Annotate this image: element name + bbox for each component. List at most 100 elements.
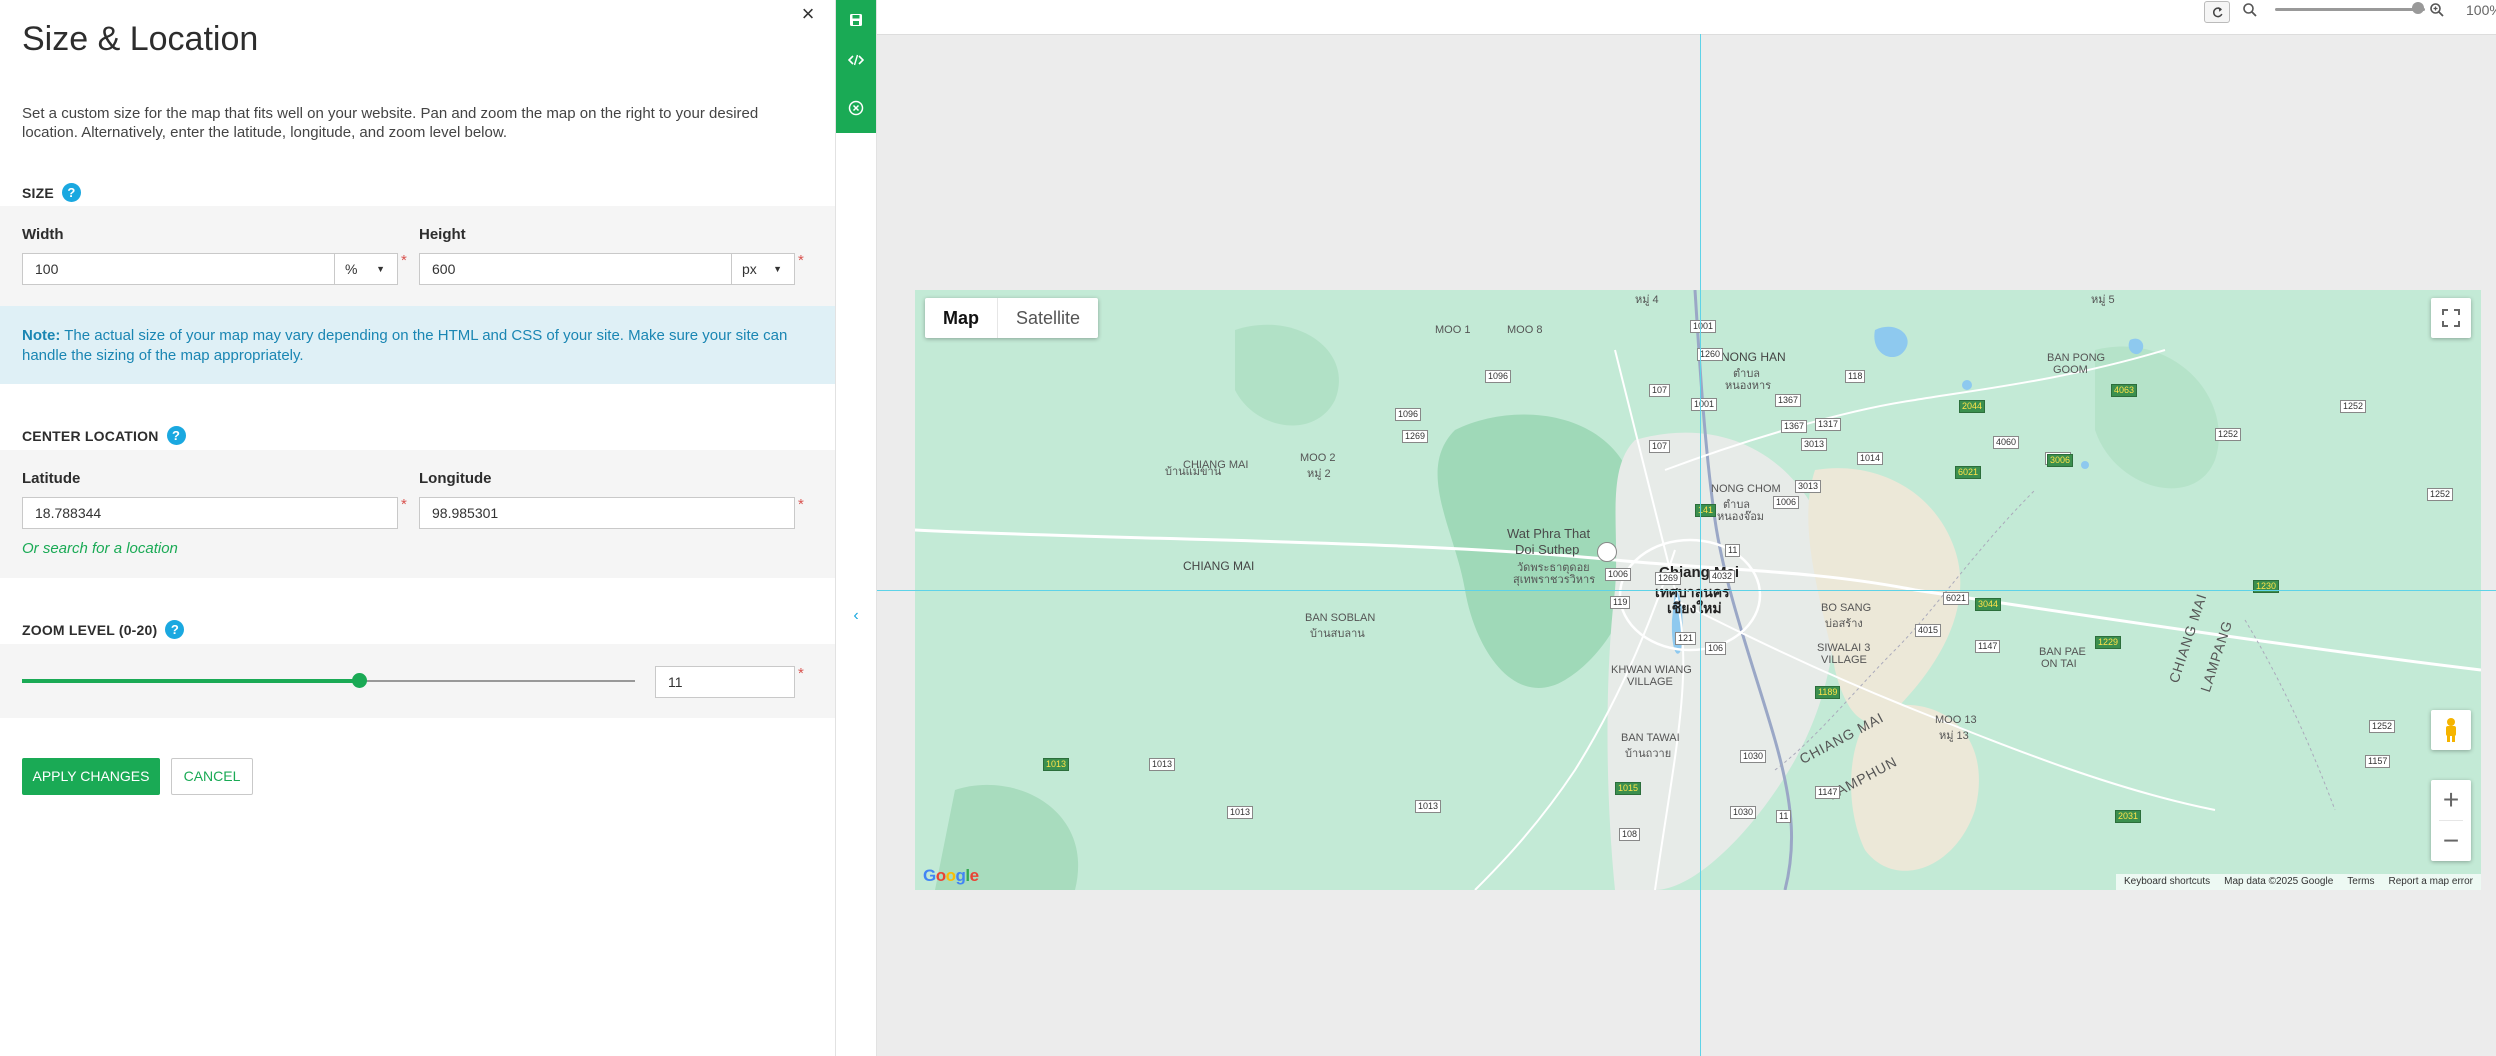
- map-zoom-in-button[interactable]: +: [2431, 780, 2471, 820]
- road-sign: 1367: [1781, 420, 1808, 433]
- road-sign: 1229: [2095, 636, 2122, 649]
- preview-toolbar: 100%: [877, 0, 2496, 35]
- sizing-note: Note: The actual size of your map may va…: [0, 306, 835, 384]
- zoom-help-icon[interactable]: ?: [165, 620, 185, 639]
- center-band: Latitude 18.788344 * Longitude 98.985301…: [0, 450, 835, 578]
- logo-letter: e: [969, 866, 979, 885]
- map-zoom-control: + −: [2431, 780, 2471, 861]
- place-label: SIWALAI 3: [1817, 642, 1871, 654]
- place-label: BAN SOBLAN: [1305, 612, 1376, 624]
- place-label: MOO 13: [1935, 714, 1977, 726]
- latitude-label: Latitude: [22, 470, 81, 487]
- width-input[interactable]: 100: [22, 253, 335, 285]
- road-sign: 118: [1845, 370, 1866, 383]
- search-location-link[interactable]: Or search for a location: [22, 540, 178, 557]
- place-label: CHIANG MAI: [1183, 559, 1255, 573]
- longitude-label: Longitude: [419, 470, 492, 487]
- street-view-button[interactable]: [2431, 710, 2471, 750]
- longitude-required-mark: *: [798, 496, 804, 513]
- code-icon[interactable]: [836, 40, 876, 80]
- fullscreen-icon: [2442, 309, 2460, 327]
- place-label: หมู่ 2: [1307, 468, 1331, 480]
- road-sign: 1252: [2340, 400, 2367, 413]
- collapse-panel-icon[interactable]: ‹: [836, 607, 876, 625]
- map-type-control: Map Satellite: [925, 298, 1099, 338]
- map-zoom-out-button[interactable]: −: [2431, 821, 2471, 861]
- road-sign: 1269: [1655, 572, 1682, 585]
- report-error-link[interactable]: Report a map error: [2389, 874, 2473, 890]
- longitude-input[interactable]: 98.985301: [419, 497, 795, 529]
- cancel-button[interactable]: CANCEL: [171, 758, 253, 795]
- save-icon[interactable]: [836, 0, 876, 40]
- tool-strip: ‹: [836, 0, 877, 1056]
- close-panel-icon[interactable]: ×: [796, 2, 820, 26]
- terms-link[interactable]: Terms: [2347, 874, 2374, 890]
- place-label: KHWAN WIANG: [1611, 664, 1692, 676]
- preview-zoom-handle[interactable]: [2412, 2, 2424, 14]
- size-location-panel: × Size & Location Set a custom size for …: [0, 0, 836, 1056]
- road-sign: 1013: [1149, 758, 1176, 771]
- road-sign: 1013: [1227, 806, 1254, 819]
- close-circle-icon[interactable]: [836, 88, 876, 128]
- height-input[interactable]: 600: [419, 253, 732, 285]
- map-type-map-button[interactable]: Map: [925, 298, 997, 338]
- latitude-input[interactable]: 18.788344: [22, 497, 398, 529]
- place-label: VILLAGE: [1627, 676, 1673, 688]
- place-label: บ้านแม่ขาน: [1165, 466, 1222, 478]
- size-section-label: SIZE ?: [22, 183, 81, 202]
- road-sign: 1096: [1395, 408, 1422, 421]
- zoom-required-mark: *: [798, 665, 804, 682]
- note-text: Note: The actual size of your map may va…: [22, 326, 792, 366]
- map-data-attribution: Map data ©2025 Google: [2224, 876, 2334, 887]
- place-label: MOO 2: [1300, 452, 1336, 464]
- road-sign: 1230: [2253, 580, 2280, 593]
- place-label: บ้านถวาย: [1625, 748, 1672, 760]
- height-unit-value: px: [742, 261, 757, 277]
- chevron-down-icon: ▼: [376, 264, 385, 274]
- apply-changes-button[interactable]: APPLY CHANGES: [22, 758, 160, 795]
- height-unit-select[interactable]: px ▼: [732, 253, 795, 285]
- logo-letter: o: [945, 866, 956, 885]
- road-sign: 1367: [1775, 394, 1802, 407]
- map-footer: Keyboard shortcuts Map data ©2025 Google…: [2115, 874, 2481, 890]
- road-sign: 1030: [1730, 806, 1757, 819]
- place-label: MOO 8: [1507, 324, 1543, 336]
- center-help-icon[interactable]: ?: [166, 426, 186, 445]
- road-sign: 1096: [1485, 370, 1512, 383]
- road-sign: 3044: [1975, 598, 2002, 611]
- zoom-label: ZOOM LEVEL (0-20): [22, 621, 158, 638]
- road-sign: 4060: [1993, 436, 2020, 449]
- road-sign: 1147: [1815, 786, 1841, 799]
- size-help-icon[interactable]: ?: [61, 183, 81, 202]
- road-sign: 1030: [1740, 750, 1767, 763]
- keyboard-shortcuts-link[interactable]: Keyboard shortcuts: [2124, 874, 2210, 890]
- poi-label: Wat Phra That: [1507, 526, 1591, 541]
- width-label: Width: [22, 226, 64, 243]
- zoom-in-icon[interactable]: [2429, 2, 2445, 23]
- preview-zoom-slider[interactable]: [2275, 8, 2425, 11]
- zoom-slider[interactable]: [22, 673, 635, 688]
- road-sign: 108: [1619, 828, 1641, 841]
- road-sign: 2044: [1959, 400, 1986, 413]
- map-type-satellite-button[interactable]: Satellite: [997, 298, 1098, 338]
- road-sign: 3013: [1795, 480, 1822, 493]
- size-label: SIZE: [22, 184, 54, 201]
- reset-zoom-button[interactable]: [2204, 1, 2230, 23]
- logo-letter: G: [923, 866, 936, 885]
- note-body: The actual size of your map may vary dep…: [22, 327, 788, 364]
- zoom-slider-fill: [22, 679, 360, 683]
- road-sign: 1001: [1691, 398, 1718, 411]
- fullscreen-button[interactable]: [2431, 298, 2471, 338]
- place-label: บ้านสบลาน: [1310, 628, 1365, 640]
- road-sign: 4032: [1709, 570, 1736, 583]
- place-label: GOOM: [2053, 364, 2088, 376]
- road-sign: 1157: [2365, 755, 2391, 768]
- road-sign: 4063: [2111, 384, 2138, 397]
- place-label: ON TAI: [2041, 658, 2077, 670]
- zoom-out-icon[interactable]: [2242, 2, 2258, 23]
- temple-icon[interactable]: [1597, 542, 1617, 562]
- road-sign: 106: [1705, 642, 1727, 655]
- width-unit-select[interactable]: % ▼: [335, 253, 398, 285]
- zoom-input[interactable]: 11: [655, 666, 795, 698]
- refresh-icon: [2212, 6, 2222, 17]
